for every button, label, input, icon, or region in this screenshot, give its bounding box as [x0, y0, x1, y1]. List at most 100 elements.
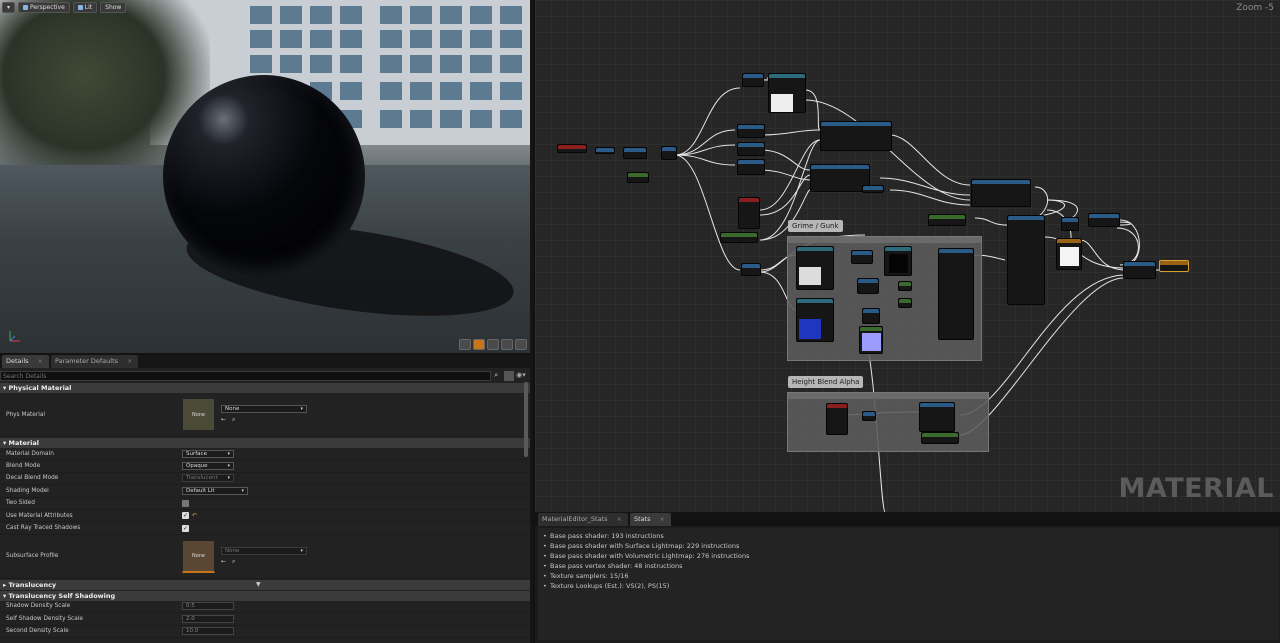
tab-details[interactable]: Details ×: [2, 355, 49, 368]
material-domain-combo[interactable]: Surface ▾: [182, 449, 234, 458]
shading-model-combo[interactable]: Default Lit ▾: [182, 486, 248, 495]
make-material-attributes-node[interactable]: [938, 248, 974, 340]
material-function-node[interactable]: [820, 121, 892, 151]
blend-mode-combo[interactable]: Opaque ▾: [182, 462, 234, 471]
material-function-node[interactable]: [810, 164, 870, 192]
graph-node[interactable]: [898, 281, 912, 291]
texture-thumbnail: [799, 267, 821, 285]
material-output-node[interactable]: [1159, 260, 1189, 272]
chevron-down-icon[interactable]: ▼: [256, 581, 261, 588]
graph-node[interactable]: [741, 263, 761, 276]
tab-parameter-defaults[interactable]: Parameter Defaults ×: [51, 355, 139, 368]
search-icon[interactable]: ⌕: [491, 371, 501, 381]
use-selected-icon[interactable]: ←: [221, 558, 226, 566]
browse-icon[interactable]: ⌕: [232, 558, 235, 566]
graph-node[interactable]: [742, 73, 764, 87]
scalar-param-node[interactable]: [928, 214, 966, 226]
perspective-button[interactable]: Perspective: [18, 2, 70, 13]
graph-node[interactable]: [627, 172, 649, 183]
graph-node[interactable]: [595, 147, 615, 154]
graph-node[interactable]: [862, 185, 884, 193]
graph-node[interactable]: [862, 308, 880, 324]
browse-icon[interactable]: ⌕: [232, 416, 235, 424]
stat-line: Base pass shader with Surface Lightmap: …: [542, 541, 1275, 551]
details-search-input[interactable]: [0, 371, 492, 381]
vector-param-node[interactable]: [738, 197, 760, 229]
graph-node[interactable]: [737, 159, 765, 175]
building-window: [470, 30, 492, 48]
building-window: [500, 30, 522, 48]
category-physical-material[interactable]: ▾ Physical Material: [0, 383, 530, 393]
category-translucency[interactable]: ▸ Translucency: [0, 579, 530, 590]
phys-material-thumbnail[interactable]: None: [182, 398, 215, 431]
material-function-node[interactable]: [971, 179, 1031, 207]
vector-param-node[interactable]: [826, 403, 848, 435]
graph-node[interactable]: [862, 411, 876, 421]
tab-material-editor-stats[interactable]: MaterialEditor_Stats ×: [538, 513, 628, 526]
details-tabs: Details × Parameter Defaults ×: [0, 355, 530, 368]
graph-node[interactable]: [557, 144, 587, 153]
row-two-sided: Two Sided: [0, 498, 530, 510]
property-matrix-icon[interactable]: [504, 371, 515, 381]
material-preview-viewport[interactable]: ▾ Perspective Lit Show: [0, 0, 530, 353]
sphere-preview-icon[interactable]: [473, 339, 485, 350]
scalar-param-node[interactable]: [720, 232, 758, 243]
scalar-param-node[interactable]: [921, 432, 959, 444]
close-icon[interactable]: ×: [38, 355, 43, 368]
subsurface-profile-thumbnail[interactable]: None: [182, 539, 215, 573]
category-translucency-self-shadowing[interactable]: ▾ Translucency Self Shadowing: [0, 590, 530, 601]
viewport-menu-button[interactable]: ▾: [2, 2, 16, 13]
material-graph[interactable]: Grime / Gunk Height Blend Alpha Zoom -5 …: [533, 0, 1280, 512]
lit-button[interactable]: Lit: [72, 2, 98, 13]
material-function-node[interactable]: [919, 402, 955, 432]
two-sided-checkbox[interactable]: [182, 499, 189, 507]
mesh-preview-icon[interactable]: [515, 339, 527, 350]
make-material-attributes-node[interactable]: [1007, 215, 1045, 305]
building-window: [380, 6, 402, 24]
constant-3vector-node[interactable]: [859, 326, 883, 354]
graph-node[interactable]: [898, 298, 912, 308]
graph-node[interactable]: [851, 250, 873, 264]
use-selected-icon[interactable]: ←: [221, 416, 226, 424]
close-icon[interactable]: ×: [127, 355, 132, 368]
graph-node[interactable]: [1061, 217, 1079, 231]
texture-sample-node[interactable]: [884, 246, 912, 276]
graph-node[interactable]: [623, 147, 647, 159]
texture-sample-node[interactable]: [1056, 238, 1082, 270]
graph-node[interactable]: [737, 142, 765, 156]
texture-sample-node[interactable]: [796, 298, 834, 342]
plane-preview-icon[interactable]: [487, 339, 499, 350]
details-scrollbar[interactable]: [524, 382, 528, 457]
phys-material-combo[interactable]: None ▾: [221, 405, 307, 413]
tab-stats[interactable]: Stats ×: [629, 513, 671, 526]
close-icon[interactable]: ×: [617, 513, 622, 526]
comment-title[interactable]: Grime / Gunk: [788, 220, 843, 232]
self-shadow-density-scale-input[interactable]: 2.0: [182, 614, 234, 623]
reset-to-default-icon[interactable]: ↶: [192, 512, 197, 519]
building-window: [410, 110, 432, 128]
building-window: [470, 110, 492, 128]
shadow-density-scale-input[interactable]: 0.5: [182, 602, 234, 611]
use-material-attributes-checkbox[interactable]: ✓: [182, 512, 189, 520]
graph-node[interactable]: [857, 278, 879, 294]
texture-sample-node[interactable]: [768, 73, 806, 113]
building-window: [410, 55, 432, 73]
graph-node[interactable]: [1123, 261, 1156, 279]
show-button[interactable]: Show: [100, 2, 127, 13]
building-window: [280, 30, 302, 48]
category-material[interactable]: ▾ Material: [0, 438, 530, 448]
texture-sample-node[interactable]: [796, 246, 834, 290]
close-icon[interactable]: ×: [660, 513, 665, 526]
view-options-icon[interactable]: ◉▾: [516, 371, 530, 381]
graph-node[interactable]: [1088, 213, 1120, 227]
graph-node[interactable]: [737, 124, 765, 138]
building-window: [280, 55, 302, 73]
second-density-scale-input[interactable]: 10.0: [182, 627, 234, 636]
cube-preview-icon[interactable]: [501, 339, 513, 350]
comment-title[interactable]: Height Blend Alpha: [788, 376, 864, 388]
cylinder-preview-icon[interactable]: [459, 339, 471, 350]
two-sided-label: Two Sided: [6, 500, 35, 507]
graph-node[interactable]: [661, 146, 677, 160]
details-panel: Details× Parameter Defaults× ⌕ ◉▾ ▾ Phys…: [0, 354, 530, 643]
cast-ray-traced-shadows-checkbox[interactable]: ✓: [182, 524, 189, 532]
